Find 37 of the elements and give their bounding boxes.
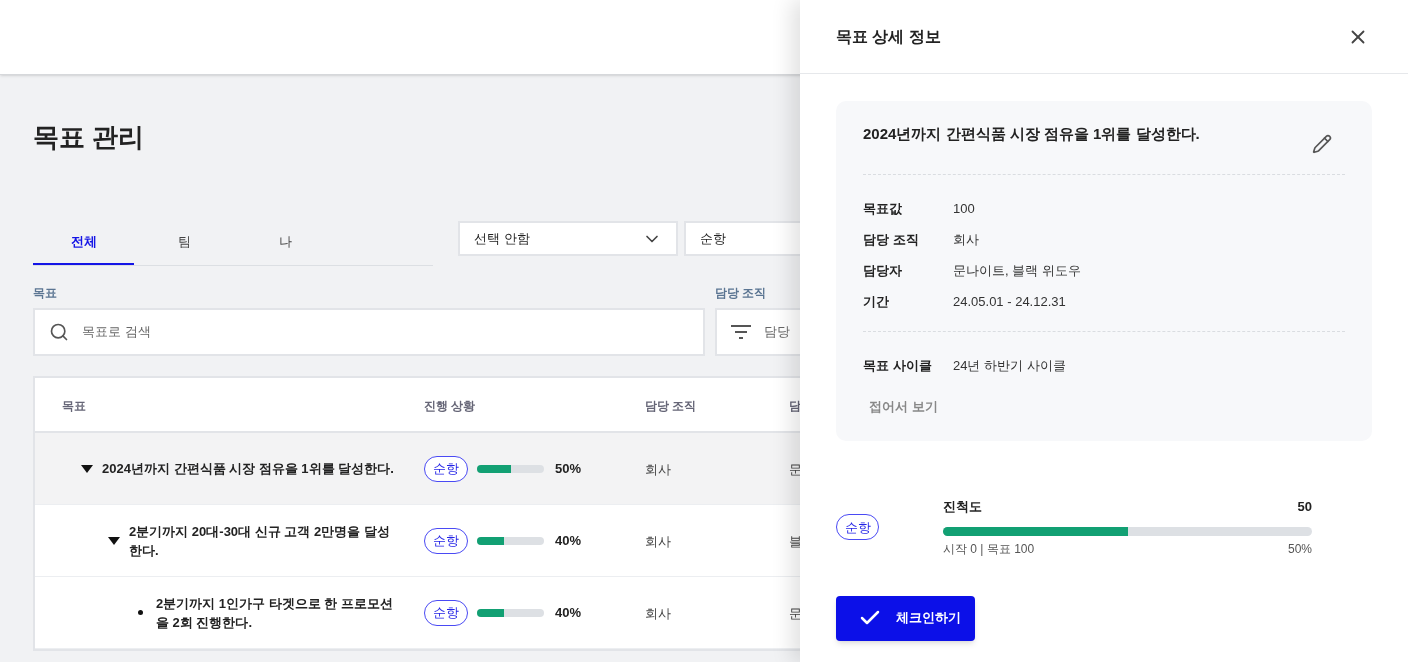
drawer-title: 목표 상세 정보 (836, 26, 941, 47)
progress-percent: 50% (1287, 540, 1312, 558)
detail-value: 문나이트, 블랙 위도우 (953, 261, 1081, 280)
status-badge: 순항 (424, 527, 468, 554)
table-cell: 회사 (645, 605, 671, 621)
detail-label: 목표 사이클 (863, 356, 933, 375)
column-header: 목표 (62, 398, 86, 413)
table-cell: 문 (789, 605, 802, 621)
table-cell: 회사 (645, 461, 671, 477)
column-header: 담 (789, 398, 801, 413)
status-badge: 순항 (424, 455, 468, 482)
field-label: 담당 조직 (715, 285, 767, 300)
goal-title: 2분기까지 1인가구 타겟으로 한 프로모션을 2회 진행한다. (156, 594, 394, 632)
progress-percent: 40% (555, 531, 582, 550)
status-badge: 순항 (424, 599, 468, 626)
detail-value: 100 (953, 199, 975, 218)
detail-label: 담당자 (863, 261, 903, 280)
detail-value: 24년 하반기 사이클 (953, 356, 1066, 375)
detail-label: 기간 (863, 292, 890, 311)
goal-title: 2024년까지 간편식품 시장 점유을 1위를 달성한다. (102, 460, 394, 478)
progress-range: 시작 0 | 목표 100 (943, 540, 1035, 558)
progress-percent: 40% (555, 603, 582, 622)
field-label: 목표 (33, 285, 57, 300)
detail-value: 회사 (953, 230, 979, 249)
goal-title: 2024년까지 간편식품 시장 점유을 1위를 달성한다. (863, 124, 1200, 144)
goal-title: 2분기까지 20대-30대 신규 고객 2만명을 달성한다. (129, 522, 391, 560)
detail-value: 24.05.01 - 24.12.31 (953, 292, 1066, 311)
progress-value: 50 (1297, 498, 1312, 516)
progress-percent: 50% (555, 459, 582, 478)
page-title: 목표 관리 (33, 121, 145, 153)
table-cell: 문 (789, 461, 802, 477)
status-badge: 순항 (836, 514, 879, 541)
detail-label: 목표값 (863, 199, 903, 218)
column-header: 담당 조직 (645, 398, 697, 413)
table-cell: 회사 (645, 533, 671, 549)
column-header: 진행 상황 (424, 398, 476, 413)
table-cell: 블 (789, 533, 802, 549)
